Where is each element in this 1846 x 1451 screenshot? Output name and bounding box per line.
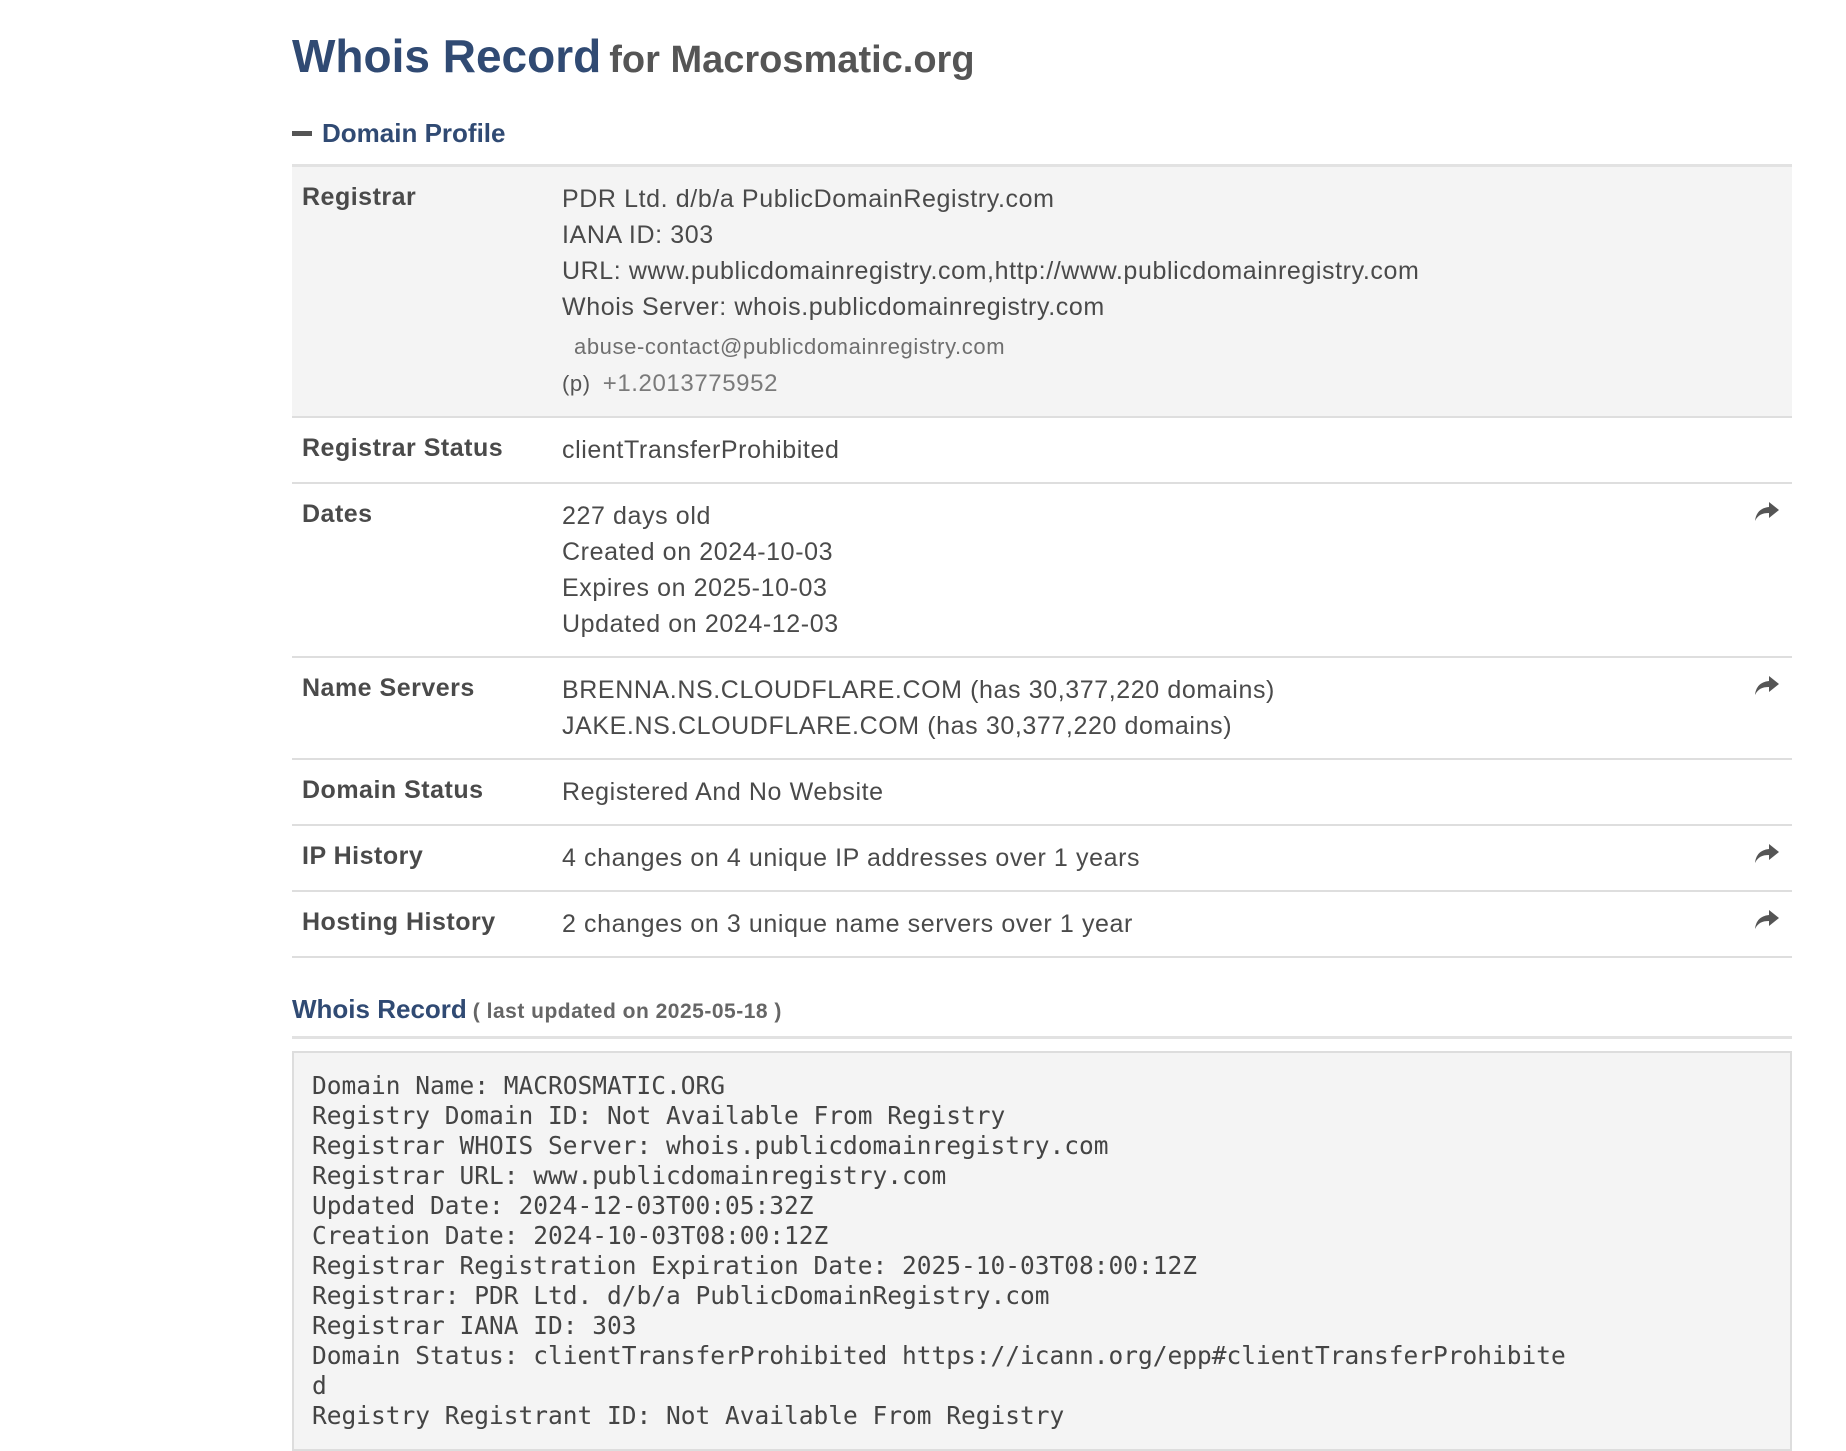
- raw-whois-line: Registrar Registration Expiration Date: …: [312, 1251, 1198, 1280]
- name-server-2[interactable]: JAKE.NS.CLOUDFLARE.COM (has 30,377,220 d…: [562, 708, 1792, 744]
- registrar-row: Registrar PDR Ltd. d/b/a PublicDomainReg…: [292, 167, 1792, 418]
- dates-value: 227 days old Created on 2024-10-03 Expir…: [562, 484, 1792, 656]
- ip-history-value: 4 changes on 4 unique IP addresses over …: [562, 826, 1792, 890]
- registrar-status-label: Registrar Status: [302, 434, 504, 462]
- domain-status-value: Registered And No Website: [562, 760, 1792, 824]
- ip-history-row: IP History 4 changes on 4 unique IP addr…: [292, 826, 1792, 892]
- raw-whois-line: Registrar IANA ID: 303: [312, 1311, 637, 1340]
- dates-label: Dates: [302, 500, 373, 528]
- raw-whois-line: Registry Domain ID: Not Available From R…: [312, 1101, 1006, 1130]
- page-title-main: Whois Record: [292, 30, 602, 82]
- domain-status-label: Domain Status: [302, 776, 484, 804]
- created-date: Created on 2024-10-03: [562, 538, 834, 566]
- domain-age: 227 days old: [562, 502, 711, 530]
- ip-history-label: IP History: [302, 842, 424, 870]
- raw-whois-line: d: [312, 1371, 327, 1400]
- domain-status-row: Domain Status Registered And No Website: [292, 760, 1792, 826]
- page-title: Whois Record for Macrosmatic.org: [292, 0, 1792, 84]
- ip-history-text: 4 changes on 4 unique IP addresses over …: [562, 844, 1141, 872]
- registrar-phone: +1.2013775952: [602, 370, 779, 397]
- whois-page: Whois Record for Macrosmatic.org Domain P…: [292, 0, 1792, 1451]
- registrar-abuse-email: abuse-contact@publicdomainregistry.com: [574, 334, 1006, 359]
- page-title-domain: for Macrosmatic.org: [609, 39, 975, 81]
- raw-whois-box[interactable]: Domain Name: MACROSMATIC.ORG Registry Do…: [292, 1051, 1792, 1451]
- share-arrow-icon[interactable]: [1754, 674, 1780, 698]
- hosting-history-text: 2 changes on 3 unique name servers over …: [562, 910, 1133, 938]
- raw-whois-line: Registrar URL: www.publicdomainregistry.…: [312, 1161, 947, 1190]
- raw-whois-line: Updated Date: 2024-12-03T00:05:32Z: [312, 1191, 814, 1220]
- name-servers-label: Name Servers: [302, 674, 475, 702]
- raw-whois-line: Registrar WHOIS Server: whois.publicdoma…: [312, 1131, 1109, 1160]
- registrar-whois-server: Whois Server: whois.publicdomainregistry…: [562, 293, 1105, 321]
- minus-icon: [292, 130, 312, 136]
- domain-profile-label: Domain Profile: [322, 118, 506, 148]
- hosting-history-row: Hosting History 2 changes on 3 unique na…: [292, 892, 1792, 958]
- registrar-status-row: Registrar Status clientTransferProhibite…: [292, 418, 1792, 484]
- registrar-label: Registrar: [302, 183, 417, 211]
- whois-record-heading: Whois Record( last updated on 2025-05-18…: [292, 992, 1792, 1039]
- raw-whois-line: Domain Status: clientTransferProhibited …: [312, 1341, 1566, 1370]
- expires-date: Expires on 2025-10-03: [562, 574, 828, 602]
- domain-profile-table: Registrar PDR Ltd. d/b/a PublicDomainReg…: [292, 164, 1792, 958]
- raw-whois-line: Creation Date: 2024-10-03T08:00:12Z: [312, 1221, 829, 1250]
- registrar-url: URL: www.publicdomainregistry.com,http:/…: [562, 257, 1420, 285]
- share-arrow-icon[interactable]: [1754, 842, 1780, 866]
- registrar-status-value: clientTransferProhibited: [562, 418, 1792, 482]
- share-arrow-icon[interactable]: [1754, 500, 1780, 524]
- registrar-name: PDR Ltd. d/b/a PublicDomainRegistry.com: [562, 185, 1055, 213]
- dates-row: Dates 227 days old Created on 2024-10-03…: [292, 484, 1792, 658]
- raw-whois-line: Domain Name: MACROSMATIC.ORG: [312, 1071, 726, 1100]
- whois-record-title: Whois Record: [292, 994, 467, 1024]
- share-arrow-icon[interactable]: [1754, 908, 1780, 932]
- raw-whois-line: Registrar: PDR Ltd. d/b/a PublicDomainRe…: [312, 1281, 1050, 1310]
- registrar-value: PDR Ltd. d/b/a PublicDomainRegistry.com …: [562, 167, 1792, 416]
- domain-status-text: Registered And No Website: [562, 778, 884, 806]
- registrar-status-text: clientTransferProhibited: [562, 436, 840, 464]
- name-servers-value: BRENNA.NS.CLOUDFLARE.COM (has 30,377,220…: [562, 658, 1792, 758]
- hosting-history-value: 2 changes on 3 unique name servers over …: [562, 892, 1792, 956]
- name-server-1[interactable]: BRENNA.NS.CLOUDFLARE.COM (has 30,377,220…: [562, 672, 1792, 708]
- whois-last-updated: ( last updated on 2025-05-18 ): [472, 1000, 782, 1023]
- registrar-phone-line: (p) +1.2013775952: [562, 365, 1792, 402]
- raw-whois-line: Registry Registrant ID: Not Available Fr…: [312, 1401, 1065, 1430]
- hosting-history-label: Hosting History: [302, 908, 496, 936]
- updated-date: Updated on 2024-12-03: [562, 610, 839, 638]
- domain-profile-toggle[interactable]: Domain Profile: [292, 116, 1792, 150]
- phone-label: (p): [562, 371, 591, 396]
- name-servers-row: Name Servers BRENNA.NS.CLOUDFLARE.COM (h…: [292, 658, 1792, 760]
- registrar-iana-id: IANA ID: 303: [562, 221, 714, 249]
